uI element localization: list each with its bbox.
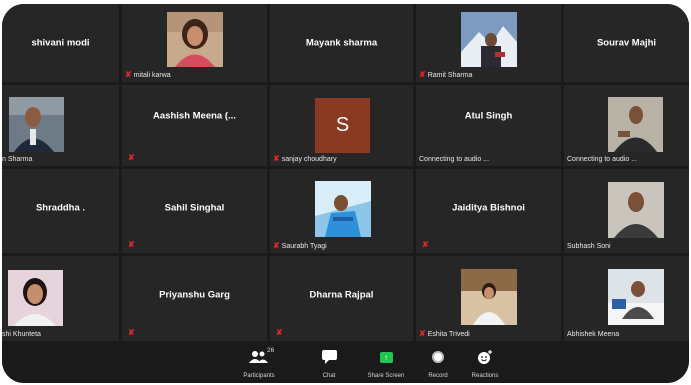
participants-icon (249, 351, 268, 363)
video-tile[interactable]: shi Khunteta (2, 256, 119, 341)
participant-grid: shivani modi ✘ mitali karwa Mayank sharm… (2, 4, 689, 343)
meeting-toolbar: 26 Participants Chat ↑ Share Screen Reco… (2, 343, 689, 383)
video-tile[interactable]: Connecting to audio ... (564, 85, 689, 166)
participant-name: Dharna Rajpal (309, 289, 374, 301)
participant-photo (461, 269, 517, 325)
chat-icon (321, 350, 337, 364)
participant-name: Shraddha . (35, 202, 86, 214)
record-button[interactable]: Record (411, 347, 465, 379)
participant-name-label: n Sharma (2, 156, 33, 163)
share-screen-label: Share Screen (367, 373, 405, 379)
participant-name-label: shi Khunteta (2, 331, 41, 338)
participant-photo (461, 12, 517, 67)
participants-button[interactable]: 26 Participants (232, 347, 286, 379)
participants-count: 26 (267, 347, 275, 354)
video-tile[interactable]: ✘ Ramit Sharma (416, 4, 561, 82)
participant-name-label: Abhishek Meena (567, 331, 620, 338)
video-tile[interactable]: Priyanshu Garg ✘ (122, 256, 267, 341)
participant-name: shivani modi (31, 37, 90, 49)
participant-name: Mayank sharma (305, 37, 378, 49)
participant-photo (9, 97, 64, 152)
participant-name: Atul Singh (464, 110, 513, 122)
share-screen-button[interactable]: ↑ Share Screen (359, 347, 413, 379)
chat-label: Chat (322, 373, 336, 379)
record-icon (432, 351, 444, 363)
reactions-label: Reactions (471, 373, 499, 379)
reactions-button[interactable]: Reactions (458, 347, 512, 379)
reactions-icon (478, 349, 492, 364)
video-tile[interactable]: ✘ mitali karwa (122, 4, 267, 82)
participants-label: Participants (243, 373, 275, 379)
mic-muted-icon: ✘ (276, 328, 283, 337)
video-tile[interactable]: Shraddha . (2, 169, 119, 253)
participant-avatar: S (315, 98, 370, 153)
chat-button[interactable]: Chat (302, 347, 356, 379)
participant-photo (167, 12, 223, 67)
video-tile[interactable]: Dharna Rajpal ✘ (270, 256, 413, 341)
participant-photo (608, 182, 664, 238)
video-tile[interactable]: Sahil Singhal ✘ (122, 169, 267, 253)
participant-name-label: ✘ mitali karwa (125, 70, 171, 79)
record-label: Record (428, 373, 448, 379)
participant-name: Priyanshu Garg (159, 289, 230, 301)
participant-photo (608, 269, 664, 325)
participant-name-label: ✘ Saurabh Tyagi (273, 241, 327, 250)
mic-muted-icon: ✘ (273, 241, 280, 250)
participant-name-label: ✘ Ramit Sharma (419, 70, 473, 79)
mic-muted-icon: ✘ (128, 240, 135, 249)
video-tile[interactable]: S ✘ sanjay choudhary (270, 85, 413, 166)
mic-muted-icon: ✘ (419, 329, 426, 338)
mic-muted-icon: ✘ (125, 70, 132, 79)
participant-name: Sahil Singhal (164, 202, 225, 214)
mic-muted-icon: ✘ (128, 153, 135, 162)
mic-muted-icon: ✘ (128, 328, 135, 337)
participant-name: Sourav Majhi (596, 37, 657, 49)
video-tile[interactable]: Mayank sharma (270, 4, 413, 82)
participant-photo (315, 181, 371, 237)
video-tile[interactable]: Subhash Soni (564, 169, 689, 253)
video-tile[interactable]: ✘ Eshita Trivedi (416, 256, 561, 341)
participant-name-label: ✘ Eshita Trivedi (419, 329, 470, 338)
participant-photo (8, 270, 63, 326)
mic-muted-icon: ✘ (422, 240, 429, 249)
mic-muted-icon: ✘ (273, 154, 280, 163)
video-tile[interactable]: Sourav Majhi (564, 4, 689, 82)
share-screen-icon: ↑ (379, 351, 393, 363)
participant-name: Aashish Meena (... (153, 110, 236, 122)
participant-name-label: Subhash Soni (567, 243, 611, 250)
participant-name: Jaiditya Bishnoi (452, 202, 525, 214)
meeting-window: shivani modi ✘ mitali karwa Mayank sharm… (2, 4, 689, 383)
video-tile[interactable]: ✘ Saurabh Tyagi (270, 169, 413, 253)
connection-status: Connecting to audio ... (419, 156, 490, 163)
video-tile[interactable]: n Sharma (2, 85, 119, 166)
video-tile[interactable]: Jaiditya Bishnoi ✘ (416, 169, 561, 253)
connection-status: Connecting to audio ... (567, 156, 638, 163)
mic-muted-icon: ✘ (419, 70, 426, 79)
video-tile[interactable]: shivani modi (2, 4, 119, 82)
video-tile[interactable]: Atul Singh Connecting to audio ... (416, 85, 561, 166)
participant-name-label: ✘ sanjay choudhary (273, 154, 337, 163)
participant-photo (608, 97, 663, 152)
video-tile[interactable]: Abhishek Meena (564, 256, 689, 341)
video-tile[interactable]: Aashish Meena (... ✘ (122, 85, 267, 166)
